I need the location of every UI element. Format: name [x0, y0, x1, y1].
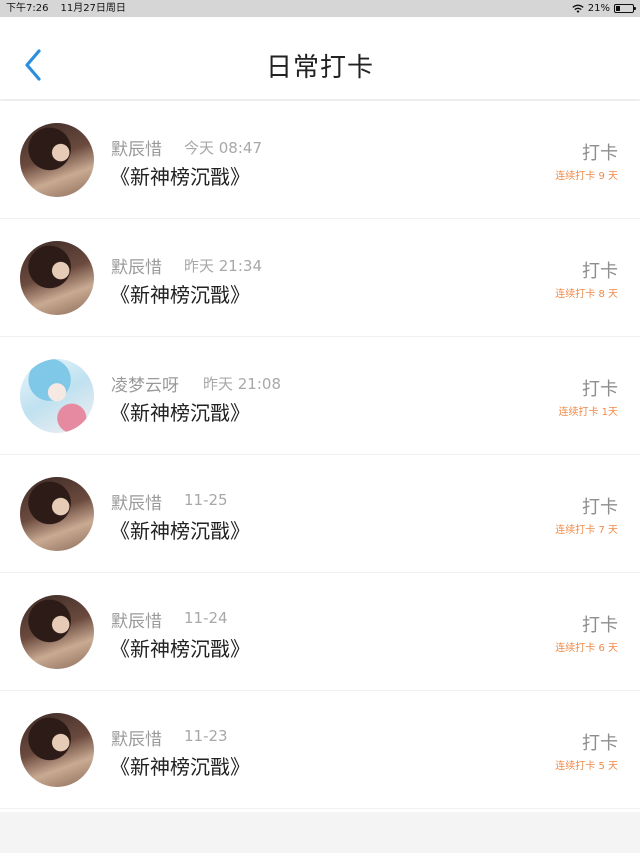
list-item[interactable]: 默辰惜 昨天 21:34 《新神榜沉戬》 打卡连续打卡 8 天	[0, 219, 640, 337]
status-time: 下午7:26	[6, 3, 49, 14]
streak-label: 连续打卡 8 天	[555, 289, 618, 300]
battery-icon	[614, 4, 636, 13]
checkin-button[interactable]: 打卡	[582, 257, 618, 283]
list-item[interactable]: 默辰惜 11-25 《新神榜沉戬》 打卡连续打卡 7 天	[0, 455, 640, 573]
post-time: 11-24	[184, 609, 228, 627]
checkin-button[interactable]: 打卡	[582, 611, 618, 637]
status-bar: 下午7:26 11月27日周日 21%	[0, 0, 640, 17]
wifi-icon	[572, 4, 584, 13]
list-item[interactable]: 凌梦云呀 昨天 21:08 《新神榜沉戬》 打卡连续打卡 1天	[0, 337, 640, 455]
post-time: 11-25	[184, 491, 228, 509]
avatar[interactable]	[20, 477, 94, 551]
checkin-button[interactable]: 打卡	[582, 493, 618, 519]
list-item[interactable]: 默辰惜 11-24 《新神榜沉戬》 打卡连续打卡 6 天	[0, 573, 640, 691]
streak-label: 连续打卡 7 天	[555, 525, 618, 536]
status-date: 11月27日周日	[60, 3, 126, 14]
post-time: 今天 08:47	[184, 139, 262, 157]
battery-percent: 21%	[587, 3, 610, 14]
streak-label: 连续打卡 1天	[558, 407, 618, 418]
book-title[interactable]: 《新神榜沉戬》	[110, 397, 250, 426]
post-time: 昨天 21:34	[184, 257, 262, 275]
avatar[interactable]	[20, 595, 94, 669]
book-title[interactable]: 《新神榜沉戬》	[110, 751, 250, 780]
checkin-button[interactable]: 打卡	[582, 729, 618, 755]
checkin-button[interactable]: 打卡	[582, 139, 618, 165]
status-left: 下午7:26 11月27日周日	[6, 0, 126, 17]
avatar[interactable]	[20, 359, 94, 433]
post-time: 昨天 21:08	[203, 375, 281, 393]
list-item[interactable]: 默辰惜 今天 08:47 《新神榜沉戬》 打卡连续打卡 9 天	[0, 101, 640, 219]
checkin-button[interactable]: 打卡	[582, 375, 618, 401]
checkin-list: 默辰惜 今天 08:47 《新神榜沉戬》 打卡 连续打卡 9 天默辰惜 昨天 21:34 《…	[0, 101, 640, 812]
nav-bar: 日常打卡	[0, 17, 640, 99]
streak-label: 连续打卡 6 天	[555, 643, 618, 654]
book-title[interactable]: 《新神榜沉戬》	[110, 633, 250, 662]
avatar[interactable]	[20, 241, 94, 315]
page-title: 日常打卡	[265, 53, 374, 83]
book-title[interactable]: 《新神榜沉戬》	[110, 515, 250, 544]
user-name[interactable]: 凌梦云呀	[111, 371, 179, 396]
list-item[interactable]: 默辰惜 11-23 《新神榜沉戬》 打卡连续打卡 5 天	[0, 691, 640, 809]
avatar[interactable]	[20, 713, 94, 787]
user-name[interactable]: 默辰惜	[111, 725, 162, 750]
book-title[interactable]: 《新神榜沉戬》	[110, 279, 250, 308]
status-right: 21%	[572, 0, 636, 17]
avatar[interactable]	[20, 123, 94, 197]
post-time: 11-23	[184, 727, 228, 745]
user-name[interactable]: 默辰惜	[111, 607, 162, 632]
user-name[interactable]: 默辰惜	[111, 253, 162, 278]
book-title[interactable]: 《新神榜沉戬》	[110, 161, 250, 190]
user-name[interactable]: 默辰惜	[111, 489, 162, 514]
user-name[interactable]: 默辰惜	[111, 135, 162, 160]
streak-label: 连续打卡 5 天	[555, 761, 618, 772]
streak-label: 连续打卡 9 天	[555, 171, 618, 182]
